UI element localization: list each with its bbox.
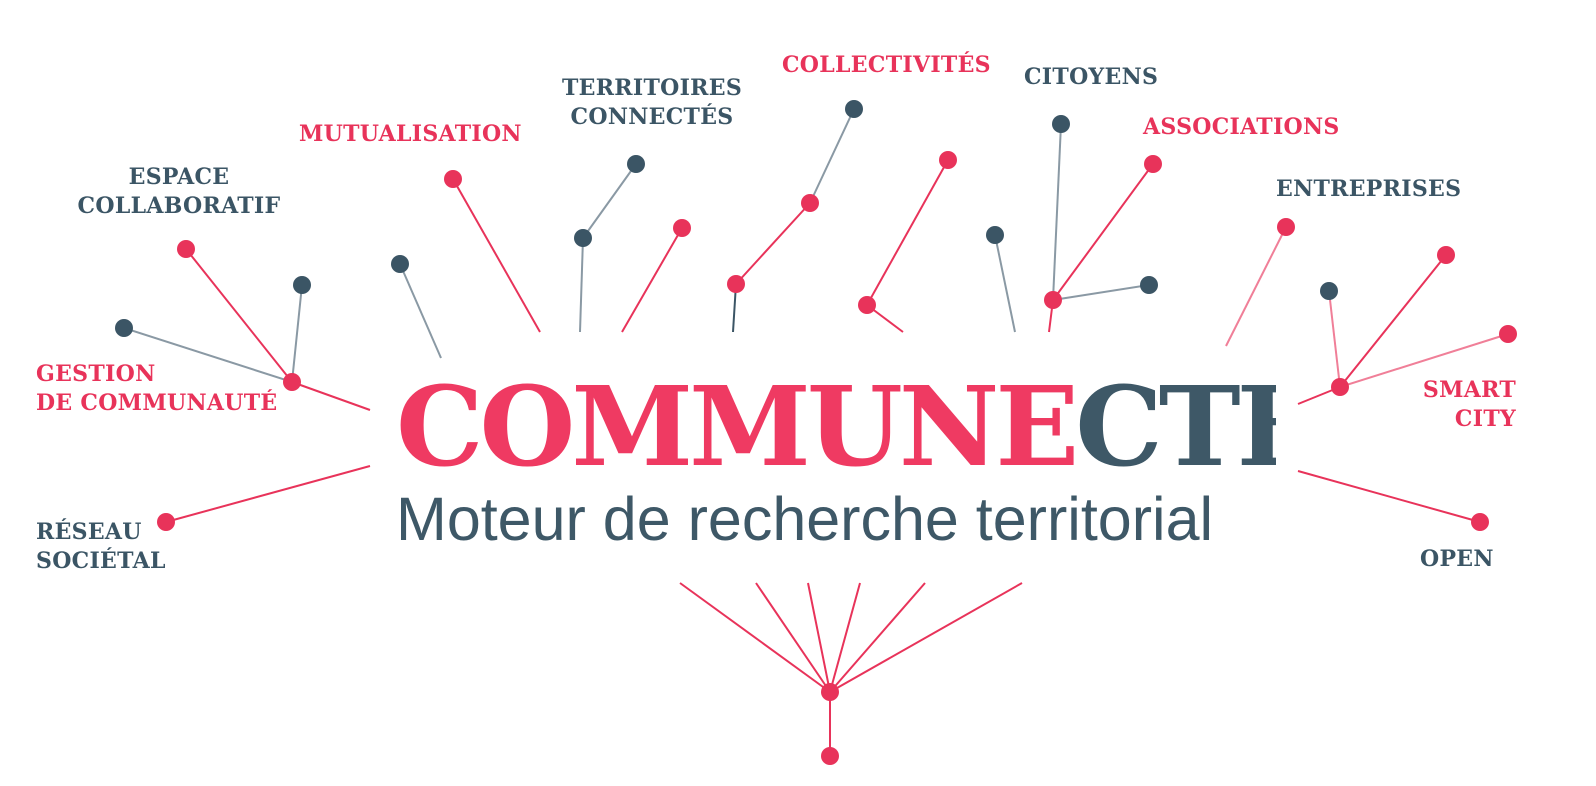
- network-node: [1140, 276, 1158, 294]
- network-link: [1297, 470, 1481, 523]
- network-node: [574, 229, 592, 247]
- network-node: [821, 683, 839, 701]
- network-node: [939, 151, 957, 169]
- label-citoyens: CITOYENS: [1024, 64, 1159, 90]
- network-link: [1052, 163, 1154, 301]
- label-collectivites: COLLECTIVITÉS: [782, 52, 991, 78]
- network-link: [399, 263, 442, 359]
- network-node: [727, 275, 745, 293]
- network-link: [165, 465, 371, 523]
- network-link: [621, 227, 683, 333]
- network-node: [283, 373, 301, 391]
- label-open: OPEN: [1420, 546, 1494, 572]
- network-link: [1225, 226, 1287, 347]
- network-node: [821, 747, 839, 765]
- network-link: [579, 237, 584, 333]
- network-node: [1052, 115, 1070, 133]
- network-link: [1328, 290, 1341, 388]
- logo-wordmark: COMMUNECTER: [396, 372, 1276, 482]
- network-link: [582, 163, 637, 239]
- logo-part-cter: CTER: [1075, 372, 1276, 482]
- label-territoires-connectes: TERRITOIRES CONNECTÉS: [561, 75, 743, 130]
- network-link: [1052, 123, 1062, 301]
- network-link: [291, 284, 303, 383]
- network-node: [1471, 513, 1489, 531]
- label-associations: ASSOCIATIONS: [1143, 114, 1340, 140]
- network-node: [1499, 325, 1517, 343]
- label-espace-collaboratif: ESPACE COLLABORATIF: [77, 164, 281, 219]
- network-link: [452, 178, 541, 333]
- network-node: [1437, 246, 1455, 264]
- network-node: [177, 240, 195, 258]
- network-node: [801, 194, 819, 212]
- network-node: [293, 276, 311, 294]
- label-smart-city: SMART CITY: [1422, 377, 1516, 432]
- network-node: [391, 255, 409, 273]
- network-node: [1320, 282, 1338, 300]
- network-link: [735, 202, 811, 285]
- network-node: [845, 100, 863, 118]
- network-link: [994, 234, 1016, 333]
- network-node: [986, 226, 1004, 244]
- network-link: [809, 108, 855, 204]
- network-node: [444, 170, 462, 188]
- network-node: [115, 319, 133, 337]
- network-node: [858, 296, 876, 314]
- network-node: [1044, 291, 1062, 309]
- network-link: [679, 582, 831, 693]
- network-link: [1052, 284, 1150, 301]
- network-node: [1144, 155, 1162, 173]
- tagline: Moteur de recherche territorial: [396, 485, 1214, 553]
- label-reseau-societal: RÉSEAU SOCIÉTAL: [36, 519, 166, 574]
- network-link: [829, 582, 1023, 693]
- network-link: [1339, 254, 1447, 388]
- network-node: [1331, 378, 1349, 396]
- communecter-banner: MUTUALISATION TERRITOIRES CONNECTÉS COLL…: [0, 0, 1596, 786]
- network-node: [673, 219, 691, 237]
- network-node: [627, 155, 645, 173]
- logo-part-commune: COMMUNE: [396, 372, 1079, 482]
- network-node: [1277, 218, 1295, 236]
- label-mutualisation: MUTUALISATION: [299, 121, 522, 147]
- label-entreprises: ENTREPRISES: [1276, 176, 1462, 202]
- network-link: [866, 159, 949, 306]
- network-link: [291, 381, 371, 411]
- label-gestion-de-communaute: GESTION DE COMMUNAUTÉ: [36, 361, 278, 416]
